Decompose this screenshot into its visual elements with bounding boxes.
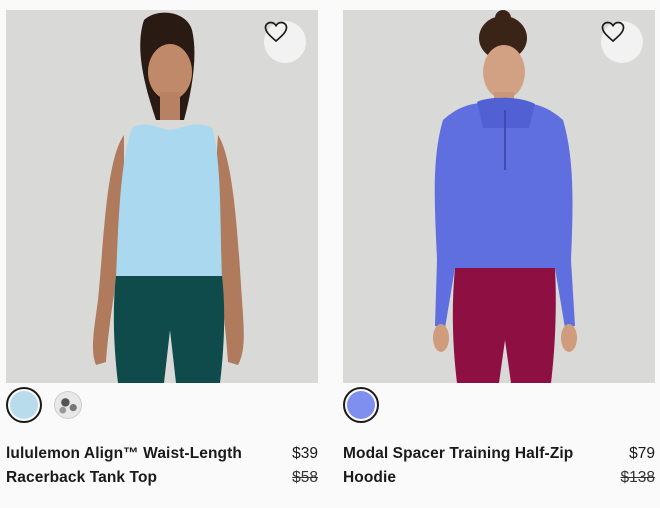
product-image[interactable] xyxy=(343,10,655,383)
product-name[interactable]: Modal Spacer Training Half-Zip Hoodie xyxy=(343,442,583,490)
color-swatch-camo[interactable] xyxy=(50,387,86,423)
product-name[interactable]: lululemon Align™ Waist-Length Racerback … xyxy=(6,442,246,490)
sale-price: $39 xyxy=(292,445,318,462)
wishlist-button[interactable] xyxy=(264,21,306,63)
product-name-line2: Racerback Tank Top xyxy=(6,469,158,486)
model-photo xyxy=(343,10,655,383)
product-card[interactable]: Modal Spacer Training Half-Zip Hoodie $7… xyxy=(343,10,655,508)
color-swatches xyxy=(6,385,86,425)
price-block: $39 $58 xyxy=(292,442,318,490)
color-swatch-light-blue[interactable] xyxy=(6,387,42,423)
original-price: $58 xyxy=(292,469,318,486)
original-price: $138 xyxy=(620,469,655,486)
product-info: lululemon Align™ Waist-Length Racerback … xyxy=(6,442,318,490)
swatch-color xyxy=(347,391,375,419)
product-name-line1: Modal Spacer Training Half-Zip xyxy=(343,445,574,462)
product-info: Modal Spacer Training Half-Zip Hoodie $7… xyxy=(343,442,655,490)
sale-price: $79 xyxy=(629,445,655,462)
swatch-color xyxy=(10,391,38,419)
wishlist-button[interactable] xyxy=(601,21,643,63)
product-image[interactable] xyxy=(6,10,318,383)
color-swatch-periwinkle[interactable] xyxy=(343,387,379,423)
heart-outline-icon xyxy=(601,21,625,43)
color-swatches xyxy=(343,385,379,425)
swatch-color xyxy=(55,392,81,418)
product-name-line1: lululemon Align™ Waist-Length xyxy=(6,445,242,462)
heart-outline-icon xyxy=(264,21,288,43)
price-block: $79 $138 xyxy=(621,442,655,490)
product-card[interactable]: lululemon Align™ Waist-Length Racerback … xyxy=(6,10,318,508)
product-name-line2: Hoodie xyxy=(343,469,397,486)
model-photo xyxy=(6,10,318,383)
